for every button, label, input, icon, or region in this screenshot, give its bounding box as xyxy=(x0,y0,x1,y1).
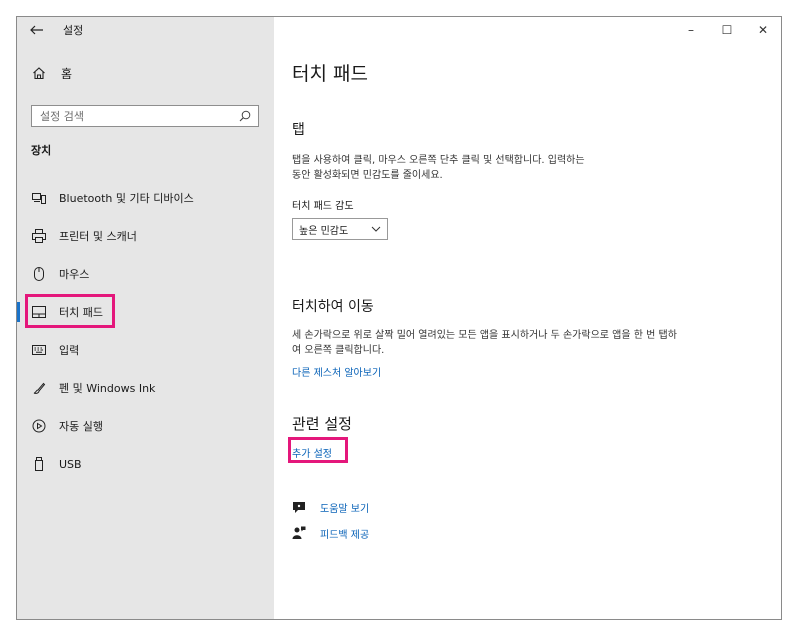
mouse-icon xyxy=(31,266,47,282)
autoplay-icon xyxy=(31,418,47,434)
more-gestures-link[interactable]: 다른 제스처 알아보기 xyxy=(292,364,762,379)
sidebar-item-home[interactable]: 홈 xyxy=(17,55,274,91)
tap-heading: 탭 xyxy=(292,122,305,138)
sensitivity-dropdown[interactable]: 높은 민감도 xyxy=(292,218,388,240)
sidebar-item-label: 마우스 xyxy=(59,268,90,281)
scroll-description-line2: 여 오른쪽 클릭합니다. xyxy=(292,345,385,356)
sidebar-item-touchpad[interactable]: 터치 패드 xyxy=(17,293,274,331)
additional-settings-link[interactable]: 추가 설정 xyxy=(292,449,332,460)
page-title: 터치 패드 xyxy=(292,63,368,85)
sidebar-item-label: USB xyxy=(59,457,82,471)
pen-icon xyxy=(31,380,47,396)
section-title: 장치 xyxy=(31,144,52,157)
settings-search-box[interactable] xyxy=(31,105,259,127)
tap-section: 탭 탭을 사용하여 클릭, 마우스 오른쪽 단추 클릭 및 선택합니다. 입력하… xyxy=(292,119,762,240)
back-arrow-icon[interactable] xyxy=(29,22,45,38)
scroll-section: 터치하여 이동 세 손가락으로 위로 살짝 밀어 열려있는 모든 앱을 표시하거… xyxy=(292,296,762,379)
touchpad-icon xyxy=(31,304,47,320)
sidebar-item-label: 터치 패드 xyxy=(59,306,103,319)
related-settings-heading: 관련 설정 xyxy=(292,415,352,433)
usb-icon xyxy=(31,456,47,472)
window-controls: – ☐ ✕ xyxy=(673,17,781,43)
feedback-link[interactable]: 피드백 제공 xyxy=(292,522,762,544)
feedback-icon xyxy=(292,526,306,540)
main-panel: – ☐ ✕ 터치 패드 탭 탭을 사용하여 클릭, 마우스 오른쪽 단추 클릭 … xyxy=(274,17,781,619)
sidebar-item-usb[interactable]: USB xyxy=(17,445,274,483)
sensitivity-value: 높은 민감도 xyxy=(299,225,349,237)
search-icon[interactable] xyxy=(238,109,252,123)
sidebar-item-typing[interactable]: 입력 xyxy=(17,331,274,369)
sidebar-item-label: 프린터 및 스캐너 xyxy=(59,230,137,243)
get-help-link[interactable]: 도움말 보기 xyxy=(292,496,762,518)
content-area: 터치 패드 탭 탭을 사용하여 클릭, 마우스 오른쪽 단추 클릭 및 선택합니… xyxy=(288,59,762,544)
sidebar-item-pen[interactable]: 펜 및 Windows Ink xyxy=(17,369,274,407)
maximize-button[interactable]: ☐ xyxy=(709,17,745,43)
sidebar: 설정 홈 장치 Bluetooth 및 기타 디바이스 xyxy=(17,17,274,619)
feedback-label: 피드백 제공 xyxy=(320,529,370,541)
sidebar-item-label: 입력 xyxy=(59,344,80,357)
help-section: 도움말 보기 피드백 제공 xyxy=(292,496,762,544)
scroll-description-line1: 세 손가락으로 위로 살짝 밀어 열려있는 모든 앱을 표시하거나 두 손가락으… xyxy=(292,330,677,341)
tap-description-line2: 동안 활성화되면 민감도를 줄이세요. xyxy=(292,170,443,181)
app-title: 설정 xyxy=(63,24,84,37)
minimize-button[interactable]: – xyxy=(673,17,709,43)
sidebar-item-autoplay[interactable]: 자동 실행 xyxy=(17,407,274,445)
sidebar-item-bluetooth[interactable]: Bluetooth 및 기타 디바이스 xyxy=(17,179,274,217)
sidebar-item-printers[interactable]: 프린터 및 스캐너 xyxy=(17,217,274,255)
home-icon xyxy=(31,65,47,81)
close-button[interactable]: ✕ xyxy=(745,17,781,43)
sidebar-nav: Bluetooth 및 기타 디바이스 프린터 및 스캐너 마우스 터치 패드 … xyxy=(17,179,274,483)
chevron-down-icon xyxy=(371,224,381,235)
sidebar-item-label: 자동 실행 xyxy=(59,420,103,433)
tap-description-line1: 탭을 사용하여 클릭, 마우스 오른쪽 단추 클릭 및 선택합니다. 입력하는 xyxy=(292,155,585,166)
settings-window: 설정 홈 장치 Bluetooth 및 기타 디바이스 xyxy=(16,16,782,620)
keyboard-icon xyxy=(31,342,47,358)
bluetooth-devices-icon xyxy=(31,190,47,206)
scroll-heading: 터치하여 이동 xyxy=(292,299,374,315)
related-settings-section: 관련 설정 추가 설정 xyxy=(288,413,762,463)
sidebar-item-label: 펜 및 Windows Ink xyxy=(59,382,156,395)
sidebar-item-mouse[interactable]: 마우스 xyxy=(17,255,274,293)
sidebar-item-label: Bluetooth 및 기타 디바이스 xyxy=(59,192,194,205)
search-input[interactable] xyxy=(40,109,238,123)
get-help-label: 도움말 보기 xyxy=(320,503,370,515)
titlebar-left: 설정 xyxy=(17,17,274,43)
home-label: 홈 xyxy=(61,66,73,81)
help-chat-icon xyxy=(292,500,306,514)
sensitivity-label: 터치 패드 감도 xyxy=(292,201,354,212)
printer-icon xyxy=(31,228,47,244)
